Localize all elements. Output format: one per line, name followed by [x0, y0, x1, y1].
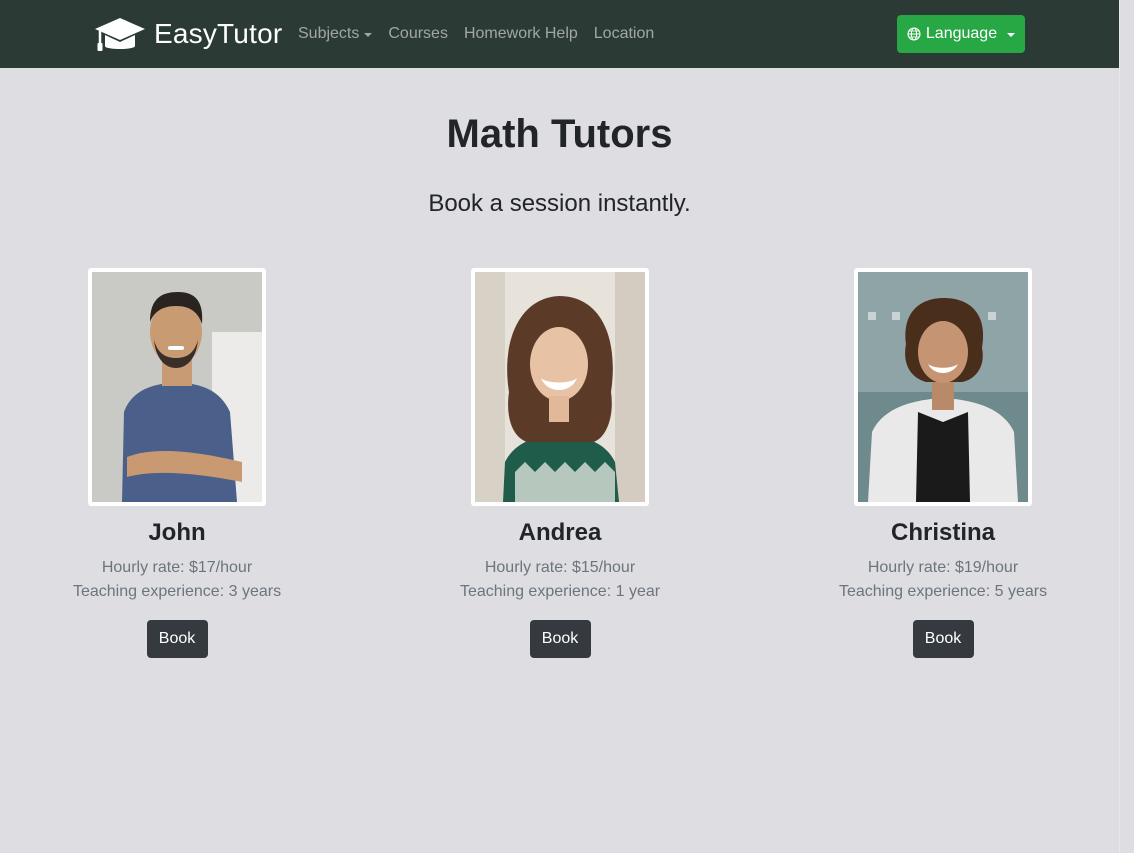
tutor-details: Hourly rate: $15/hour Teaching experienc… [460, 556, 660, 604]
tutor-name: Christina [890, 519, 995, 546]
nav-links: Subjects Courses Homework Help Location [290, 0, 662, 68]
page: EasyTutor Subjects Courses Homework Help… [0, 0, 1134, 853]
tutor-photo-frame [471, 268, 649, 506]
tutor-hourly-rate: Hourly rate: $17/hour [101, 559, 253, 576]
scrollbar-track[interactable] [1119, 0, 1134, 853]
tutor-details: Hourly rate: $19/hour Teaching experienc… [839, 556, 1047, 604]
tutor-card-andrea: Andrea Hourly rate: $15/hour Teaching ex… [430, 268, 690, 658]
book-button[interactable]: Book [912, 620, 974, 658]
chevron-down-icon [364, 33, 373, 37]
tutor-photo-frame [854, 268, 1032, 506]
nav-location-label: Location [593, 25, 655, 42]
tutor-experience: Teaching experience: 3 years [72, 583, 282, 600]
nav-courses-label: Courses [388, 25, 448, 42]
nav-homework-help-label: Homework Help [463, 25, 578, 42]
tutor-hourly-rate: Hourly rate: $15/hour [484, 559, 636, 576]
graduation-cap-icon [95, 18, 145, 51]
tutor-card-christina: Christina Hourly rate: $19/hour Teaching… [813, 268, 1073, 658]
tutor-details: Hourly rate: $17/hour Teaching experienc… [73, 556, 281, 604]
nav-courses[interactable]: Courses [380, 25, 456, 43]
language-button-label: Language [925, 25, 998, 42]
nav-homework-help[interactable]: Homework Help [456, 25, 586, 43]
globe-icon [907, 27, 921, 41]
language-dropdown-button[interactable]: Language [897, 15, 1025, 53]
tutor-photo-frame [88, 268, 266, 506]
tutor-name: John [148, 519, 206, 546]
tutor-experience: Teaching experience: 1 year [459, 583, 661, 600]
book-button[interactable]: Book [146, 620, 208, 658]
tutor-photo [858, 272, 1028, 502]
tutor-hourly-rate: Hourly rate: $19/hour [867, 559, 1019, 576]
book-button[interactable]: Book [529, 620, 591, 658]
navbar: EasyTutor Subjects Courses Homework Help… [0, 0, 1119, 68]
tutor-experience: Teaching experience: 5 years [838, 583, 1048, 600]
tutor-name: Andrea [518, 519, 602, 546]
brand-name: EasyTutor [154, 18, 283, 49]
nav-location[interactable]: Location [586, 25, 663, 43]
page-title: Math Tutors [446, 112, 673, 156]
page-subtitle: Book a session instantly. [428, 190, 691, 217]
brand-link[interactable]: EasyTutor [94, 14, 282, 54]
nav-subjects-label: Subjects [298, 25, 360, 42]
nav-subjects-dropdown[interactable]: Subjects [290, 25, 380, 43]
tutor-photo [92, 272, 262, 502]
tutor-card-john: John Hourly rate: $17/hour Teaching expe… [47, 268, 307, 658]
chevron-down-icon [1007, 33, 1016, 37]
tutor-photo [475, 272, 645, 502]
